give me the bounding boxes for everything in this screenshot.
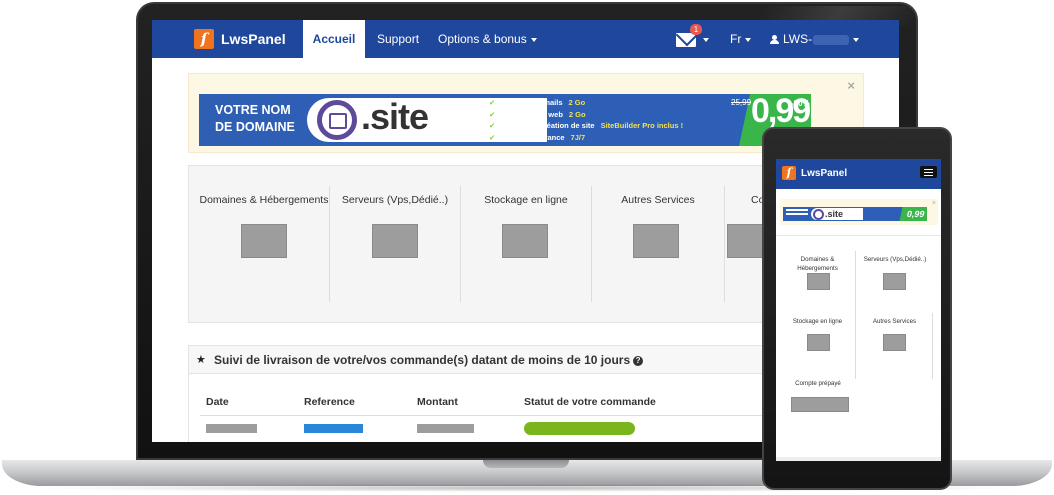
phone-service-compte[interactable]: Compte prépayé <box>780 375 856 441</box>
user-label: LWS- <box>783 32 813 46</box>
service-autres[interactable]: Autres Services <box>592 186 725 302</box>
redacted-amount <box>417 424 474 433</box>
table-divider <box>200 415 855 416</box>
service-stockage[interactable]: Stockage en ligne <box>461 186 592 302</box>
help-icon[interactable]: ? <box>633 356 644 366</box>
service-title: Domaines & Hébergements <box>199 194 329 206</box>
browser-window-icon <box>317 100 357 140</box>
banner-headline: VOTRE NOM DE DOMAINE <box>215 102 295 136</box>
phone-footer-strip <box>776 457 941 461</box>
check-icon: ✔ <box>489 121 496 130</box>
service-image <box>241 224 287 258</box>
status-badge <box>524 422 635 435</box>
service-serveurs[interactable]: Serveurs (Vps,Dédié..) <box>330 186 461 302</box>
feature-item: ✔ 2 adresses emails 2 Go <box>489 98 586 107</box>
redacted-date <box>206 424 257 433</box>
service-image <box>633 224 679 258</box>
service-image <box>883 273 906 290</box>
column-montant: Montant <box>417 396 458 408</box>
phone-banner-price: 0,99 <box>899 207 927 221</box>
column-reference: Reference <box>304 396 355 408</box>
service-title: Autres Services <box>872 318 917 325</box>
nav-support[interactable]: Support <box>377 20 419 58</box>
phone-promo-banner[interactable]: .site 0,99 <box>783 207 927 221</box>
service-image <box>883 334 906 351</box>
close-icon[interactable]: × <box>932 200 936 207</box>
service-title: Autres Services <box>621 194 695 206</box>
language-dropdown[interactable]: Fr <box>730 20 752 58</box>
discount-badge: -90% <box>791 99 810 108</box>
service-title: Stockage en ligne <box>484 194 568 206</box>
phone-screen: ſ LwsPanel × .site 0,99 Domaines & Héber… <box>776 159 941 461</box>
service-domaines[interactable]: Domaines & Hébergements <box>199 186 330 302</box>
service-image <box>807 334 830 351</box>
service-title: Serveurs (Vps,Dédié..) <box>863 256 927 263</box>
banner-line-2: DE DOMAINE <box>215 120 295 134</box>
brand[interactable]: ſ LwsPanel <box>194 28 286 50</box>
phone-divider <box>776 235 941 236</box>
promo-banner[interactable]: VOTRE NOM DE DOMAINE .site ✔ 2 adresses e… <box>199 94 811 146</box>
service-image <box>372 224 418 258</box>
phone-banner-domain: .site <box>811 208 863 220</box>
check-icon: ✔ <box>489 98 496 107</box>
top-navbar: ſ LwsPanel Accueil Support Options & bon… <box>152 20 899 58</box>
phone-service-autres[interactable]: Autres Services <box>857 313 933 379</box>
reference-link[interactable] <box>304 424 363 433</box>
service-image <box>791 397 849 412</box>
nav-accueil[interactable]: Accueil <box>303 20 365 58</box>
chevron-down-icon <box>703 38 709 42</box>
user-icon <box>770 35 779 44</box>
chevron-down-icon <box>530 37 537 42</box>
service-title: Serveurs (Vps,Dédié..) <box>341 194 449 206</box>
service-title: Stockage en ligne <box>792 318 843 325</box>
banner-features: ✔ 2 adresses emails 2 Go ✔ Hébergement web 2… <box>489 97 683 143</box>
chevron-down-icon <box>853 37 860 42</box>
brand-name: LwsPanel <box>221 31 286 47</box>
user-dropdown[interactable]: LWS- <box>770 20 860 58</box>
language-label: Fr <box>730 32 742 46</box>
lws-logo-icon: ſ <box>782 166 796 180</box>
lws-logo-icon: ſ <box>194 29 214 49</box>
check-icon: ✔ <box>489 109 496 119</box>
feature-item: ✔ Logiciel de création de site SiteBuilder… <box>489 121 684 130</box>
phone-service-serveurs[interactable]: Serveurs (Vps,Dédié..) <box>857 251 933 317</box>
banner-domain: .site <box>361 96 429 137</box>
orders-title: Suivi de livraison de votre/vos commande… <box>214 353 644 367</box>
feature-item: ✔ Hébergement web 2 Go <box>489 109 586 119</box>
chevron-down-icon <box>745 37 752 42</box>
banner-line-1: VOTRE NOM <box>215 103 291 117</box>
old-price: 25,99 <box>731 98 752 107</box>
phone-navbar: ſ LwsPanel <box>776 159 941 189</box>
mail-dropdown[interactable]: 1 <box>676 20 710 58</box>
service-title: Compte prépayé <box>795 380 841 387</box>
hamburger-menu-icon[interactable] <box>920 166 937 178</box>
phone-service-domaines[interactable]: Domaines & Hébergements <box>780 251 856 317</box>
service-image <box>502 224 548 258</box>
nav-options-label: Options & bonus <box>438 32 527 46</box>
envelope-icon <box>676 33 696 47</box>
column-date: Date <box>206 396 229 408</box>
check-icon: ✔ <box>489 132 496 142</box>
phone-promo-alert: × .site 0,99 <box>780 199 938 225</box>
close-icon[interactable]: × <box>847 78 855 93</box>
banner-text-lines <box>786 209 808 211</box>
feature-item: ✔ Support en France 7J/7 <box>489 132 586 142</box>
redacted-username <box>813 34 850 45</box>
phone-brand[interactable]: LwsPanel <box>801 168 847 179</box>
star-icon: ★ <box>196 354 206 366</box>
nav-options-bonus[interactable]: Options & bonus <box>438 20 537 58</box>
service-title: Domaines & Hébergements <box>797 256 838 272</box>
mail-count-badge: 1 <box>690 24 702 35</box>
service-image <box>807 273 830 290</box>
laptop-notch <box>483 460 569 468</box>
column-statut: Statut de votre commande <box>524 396 656 408</box>
phone-service-stockage[interactable]: Stockage en ligne <box>780 313 856 379</box>
